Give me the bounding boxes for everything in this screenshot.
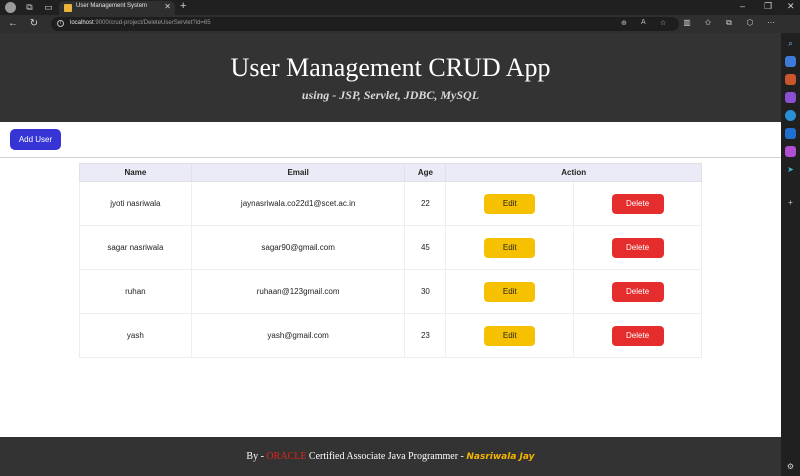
- table-row: sagar nasriwala sagar90@gmail.com 45 Edi…: [79, 225, 702, 270]
- footer-prefix: By -: [246, 451, 264, 462]
- user-email: yash@gmail.com: [190, 313, 406, 358]
- browser-tab[interactable]: User Management System ✕: [59, 1, 175, 15]
- delete-button[interactable]: Delete: [611, 237, 664, 258]
- page-header: User Management CRUD App using - JSP, Se…: [0, 33, 781, 122]
- tag-icon[interactable]: [785, 56, 796, 67]
- collections-icon[interactable]: ⧉: [723, 18, 735, 28]
- tab-title: User Management System: [76, 3, 148, 9]
- edit-button[interactable]: Edit: [484, 237, 536, 258]
- edit-cell: Edit: [445, 181, 575, 226]
- user-name: jyoti nasriwala: [79, 181, 192, 226]
- footer-author: Nasriwala Jay: [466, 452, 535, 462]
- url-text: localhost:9000/crud-project/DeleteUserSe…: [70, 20, 211, 26]
- delete-cell: Delete: [573, 269, 702, 314]
- divider: [0, 157, 781, 158]
- refresh-icon[interactable]: ↻: [28, 18, 40, 30]
- minimize-icon[interactable]: –: [740, 1, 745, 11]
- search-icon[interactable]: ⌕: [785, 38, 796, 49]
- designer-icon[interactable]: [785, 146, 796, 157]
- edit-cell: Edit: [445, 225, 575, 270]
- table-header-row: Name Email Age Action: [79, 163, 702, 182]
- edit-button[interactable]: Edit: [484, 325, 536, 346]
- footer-certification: Certified Associate Java Programmer -: [308, 451, 464, 462]
- user-age: 45: [404, 225, 447, 270]
- add-user-button[interactable]: Add User: [10, 129, 61, 150]
- browser-tab-strip: ⧉ ▭ User Management System ✕ + – ❐ ✕: [0, 0, 800, 15]
- tab-close-icon[interactable]: ✕: [164, 2, 171, 11]
- column-header-email: Email: [190, 163, 406, 182]
- browser-toolbar: ← ↻ i localhost:9000/crud-project/Delete…: [0, 15, 800, 33]
- close-window-icon[interactable]: ✕: [787, 1, 795, 12]
- page-viewport: User Management CRUD App using - JSP, Se…: [0, 33, 781, 476]
- column-header-age: Age: [404, 163, 447, 182]
- browser-sidebar: ⌕ ➤ + ⚙: [781, 33, 800, 476]
- send-icon[interactable]: ➤: [785, 164, 796, 175]
- column-header-action: Action: [445, 163, 702, 182]
- user-name: sagar nasriwala: [79, 225, 192, 270]
- tab-actions-icon[interactable]: ▭: [43, 2, 54, 13]
- user-email: ruhaan@123gmail.com: [190, 269, 406, 314]
- sidebar-settings-icon[interactable]: ⚙: [785, 461, 796, 472]
- games-icon[interactable]: [785, 92, 796, 103]
- profile-avatar-icon[interactable]: [5, 2, 16, 13]
- column-header-name: Name: [79, 163, 192, 182]
- address-bar[interactable]: i localhost:9000/crud-project/DeleteUser…: [51, 17, 679, 31]
- read-aloud-icon[interactable]: A: [641, 19, 646, 26]
- user-name: yash: [79, 313, 192, 358]
- tools-icon[interactable]: [785, 74, 796, 85]
- edit-button[interactable]: Edit: [484, 193, 536, 214]
- user-age: 23: [404, 313, 447, 358]
- new-tab-icon[interactable]: +: [180, 0, 186, 12]
- zoom-icon[interactable]: ⊕: [621, 19, 627, 27]
- url-path: :9000/crud-project/DeleteUserServlet?id=…: [93, 20, 211, 26]
- user-name: ruhan: [79, 269, 192, 314]
- user-age: 22: [404, 181, 447, 226]
- edit-button[interactable]: Edit: [484, 281, 536, 302]
- workspaces-icon[interactable]: ⧉: [24, 2, 35, 13]
- footer-oracle: ORACLE: [266, 451, 307, 462]
- user-email: sagar90@gmail.com: [190, 225, 406, 270]
- extensions-icon[interactable]: ⬡: [744, 18, 756, 27]
- copilot-icon[interactable]: [785, 110, 796, 121]
- edit-cell: Edit: [445, 269, 575, 314]
- user-email: jaynasriwala.co22d1@scet.ac.in: [190, 181, 406, 226]
- users-table: Name Email Age Action jyoti nasriwala ja…: [79, 163, 702, 358]
- table-row: jyoti nasriwala jaynasriwala.co22d1@scet…: [79, 181, 702, 226]
- delete-cell: Delete: [573, 225, 702, 270]
- url-host: localhost: [70, 20, 94, 26]
- delete-button[interactable]: Delete: [611, 325, 664, 346]
- add-sidebar-icon[interactable]: +: [785, 197, 796, 208]
- more-menu-icon[interactable]: ⋯: [765, 18, 777, 27]
- table-row: ruhan ruhaan@123gmail.com 30 Edit Delete: [79, 269, 702, 314]
- tab-favicon-icon: [64, 4, 72, 12]
- favorite-star-icon[interactable]: ☆: [660, 19, 666, 27]
- site-info-icon[interactable]: i: [57, 20, 64, 27]
- delete-button[interactable]: Delete: [611, 281, 664, 302]
- delete-cell: Delete: [573, 313, 702, 358]
- edit-cell: Edit: [445, 313, 575, 358]
- user-age: 30: [404, 269, 447, 314]
- page-subtitle: using - JSP, Servlet, JDBC, MySQL: [301, 88, 480, 102]
- table-row: yash yash@gmail.com 23 Edit Delete: [79, 313, 702, 358]
- page-footer: By - ORACLE Certified Associate Java Pro…: [0, 437, 781, 476]
- outlook-icon[interactable]: [785, 128, 796, 139]
- delete-cell: Delete: [573, 181, 702, 226]
- split-screen-icon[interactable]: ▥: [681, 18, 693, 27]
- favorites-icon[interactable]: ✩: [702, 18, 714, 27]
- delete-button[interactable]: Delete: [611, 193, 664, 214]
- page-title: User Management CRUD App: [230, 53, 551, 82]
- restore-icon[interactable]: ❐: [764, 1, 772, 12]
- back-icon[interactable]: ←: [7, 18, 19, 30]
